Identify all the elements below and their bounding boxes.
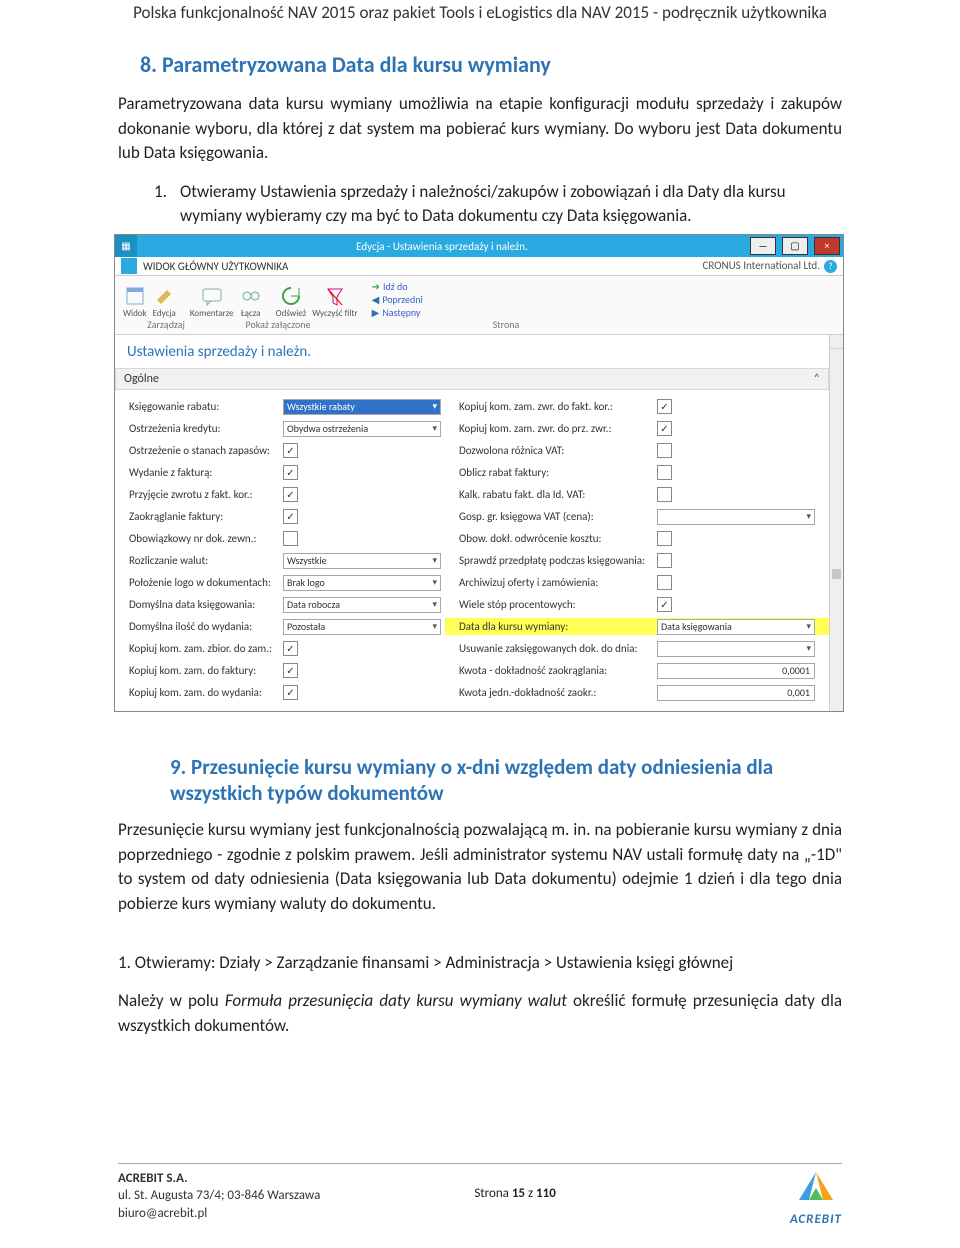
section-9-note: Należy w polu Formuła przesunięcia daty … <box>118 989 842 1038</box>
vertical-scrollbar[interactable] <box>829 335 843 711</box>
footer-company: ACREBIT S.A. ul. St. Augusta 73/4; 03-84… <box>118 1170 320 1223</box>
chevron-up-icon: ˄ <box>814 373 820 385</box>
copy-order-to-shipment-checkbox[interactable]: ✓ <box>283 685 298 700</box>
credit-warnings-select[interactable]: Obydwa ostrzeżenia▾ <box>283 421 441 437</box>
ribbon-prev-button[interactable]: ◀Poprzedni <box>372 295 423 305</box>
fasttab-general[interactable]: Ogólne˄ <box>115 368 829 390</box>
ribbon-view-button[interactable]: Widok <box>123 285 147 318</box>
copy-order-to-invoice-checkbox[interactable]: ✓ <box>283 663 298 678</box>
company-indicator: CRONUS International Ltd.? <box>702 260 837 273</box>
page-number: Strona 15 z 110 <box>474 1186 556 1201</box>
ribbon-group-attached: Pokaż załączone <box>223 320 333 330</box>
ribbon-group-page: Strona <box>471 320 541 330</box>
invoice-rounding-checkbox[interactable]: ✓ <box>283 509 298 524</box>
ribbon-refresh-button[interactable]: Odśwież <box>276 285 307 318</box>
window-minimize-button[interactable]: — <box>750 237 776 255</box>
ext-doc-mandatory-checkbox[interactable] <box>283 531 298 546</box>
calc-inv-disc-vatid-checkbox[interactable] <box>657 487 672 502</box>
window-titlebar: ▦ Edycja - Ustawienia sprzedaży i należn… <box>115 235 843 257</box>
section-8-paragraph: Parametryzowana data kursu wymiany umożl… <box>118 92 842 166</box>
help-icon[interactable]: ? <box>824 260 837 273</box>
ribbon-links-button[interactable]: Łącza <box>240 285 262 318</box>
section-8-heading: 8. Parametryzowana Data dla kursu wymian… <box>118 51 842 78</box>
page-footer: ACREBIT S.A. ul. St. Augusta 73/4; 03-84… <box>118 1163 842 1227</box>
document-header: Polska funkcjonalność NAV 2015 oraz paki… <box>118 0 842 51</box>
delete-posted-until-select[interactable]: ▾ <box>657 641 815 657</box>
ribbon: Widok Edycja Komentarze Łącza <box>115 276 843 320</box>
vat-bus-group-select[interactable]: ▾ <box>657 509 815 525</box>
discount-posting-select[interactable]: Wszystkie rabaty▾ <box>283 399 441 415</box>
check-prepayment-checkbox[interactable] <box>657 553 672 568</box>
footer-brand-logo: ACREBIT <box>790 1170 842 1227</box>
shipment-on-invoice-checkbox[interactable]: ✓ <box>283 465 298 480</box>
ribbon-group-manage: Zarządzaj <box>123 320 209 330</box>
ribbon-next-button[interactable]: ▶Następny <box>372 308 423 318</box>
copy-return-to-receipt-checkbox[interactable]: ✓ <box>657 421 672 436</box>
section-9-step-1: 1. Otwieramy: Działy > Zarządzanie finan… <box>118 951 842 976</box>
allow-vat-diff-checkbox[interactable] <box>657 443 672 458</box>
return-receipt-credit-checkbox[interactable]: ✓ <box>283 487 298 502</box>
default-qty-ship-select[interactable]: Pozostała▾ <box>283 619 441 635</box>
archive-quotes-checkbox[interactable] <box>657 575 672 590</box>
multiple-interest-rates-checkbox[interactable]: ✓ <box>657 597 672 612</box>
stockout-warning-checkbox[interactable]: ✓ <box>283 443 298 458</box>
ribbon-goto-button[interactable]: ➔Idź do <box>372 282 423 292</box>
ribbon-tab[interactable]: WIDOK GŁÓWNY UŻYTKOWNIKA <box>143 261 288 272</box>
acrebit-logo-icon <box>793 1170 839 1210</box>
nav-logo-icon: ▦ <box>115 235 137 257</box>
window-maximize-button[interactable]: ▢ <box>782 237 808 255</box>
exchange-rate-date-select[interactable]: Data księgowania▾ <box>657 619 815 635</box>
scroll-thumb[interactable] <box>832 569 841 579</box>
currency-apply-select[interactable]: Wszystkie▾ <box>283 553 441 569</box>
scroll-up-button[interactable] <box>830 335 843 349</box>
section-8-step-1: 1. Otwieramy Ustawienia sprzedaży i nale… <box>154 180 842 228</box>
ribbon-tab-bar: WIDOK GŁÓWNY UŻYTKOWNIKA CRONUS Internat… <box>115 257 843 276</box>
form-title: Ustawienia sprzedaży i należn. <box>115 335 829 368</box>
ribbon-comments-button[interactable]: Komentarze <box>190 285 234 318</box>
form-right-col: Kopiuj kom. zam. zwr. do fakt. kor.:✓ Ko… <box>459 398 815 701</box>
section-9-heading: 9. Przesunięcie kursu wymiany o x-dni wz… <box>118 754 842 806</box>
app-menu-button[interactable] <box>121 258 137 274</box>
exact-cost-reversal-checkbox[interactable] <box>657 531 672 546</box>
ribbon-clearfilter-button[interactable]: Wyczyść filtr <box>312 285 357 318</box>
exchange-rate-date-row: Data dla kursu wymiany:Data księgowania▾ <box>445 618 829 635</box>
copy-return-to-credit-checkbox[interactable]: ✓ <box>657 399 672 414</box>
form-left-col: Księgowanie rabatu:Wszystkie rabaty▾ Ost… <box>129 398 441 701</box>
ribbon-edit-button[interactable]: Edycja <box>153 285 176 318</box>
copy-blanket-to-order-checkbox[interactable]: ✓ <box>283 641 298 656</box>
logo-position-select[interactable]: Brak logo▾ <box>283 575 441 591</box>
window-close-button[interactable]: × <box>814 237 840 255</box>
calc-inv-discount-checkbox[interactable] <box>657 465 672 480</box>
amount-rounding-input[interactable]: 0,0001 <box>657 663 815 679</box>
window-title: Edycja - Ustawienia sprzedaży i należn. <box>137 241 747 252</box>
ribbon-page-nav: ➔Idź do ◀Poprzedni ▶Następny <box>372 280 423 318</box>
nav-window: ▦ Edycja - Ustawienia sprzedaży i należn… <box>114 234 844 712</box>
default-posting-date-select[interactable]: Data robocza▾ <box>283 597 441 613</box>
unit-amount-rounding-input[interactable]: 0,001 <box>657 685 815 701</box>
section-9-paragraph: Przesunięcie kursu wymiany jest funkcjon… <box>118 818 842 917</box>
